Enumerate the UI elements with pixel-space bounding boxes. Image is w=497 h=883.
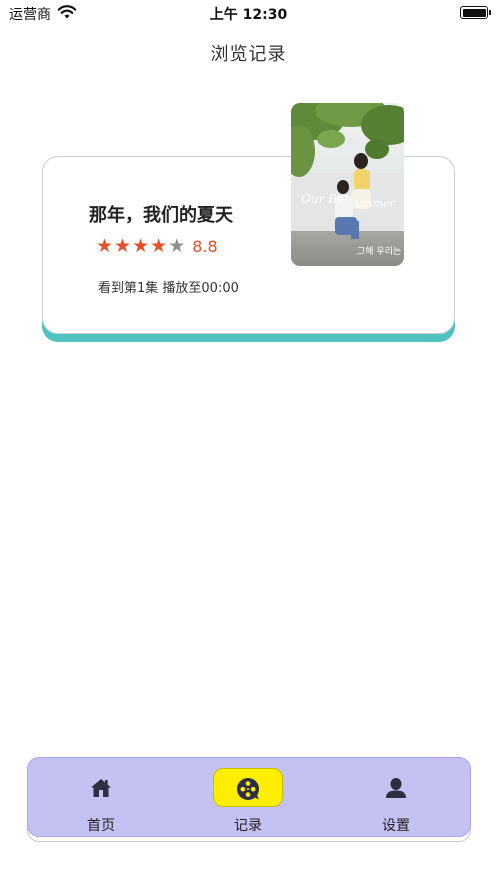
star-icon: ★ (96, 235, 114, 257)
poster-image[interactable]: Our Be ummer 그해 우리는 (291, 103, 404, 266)
tab-home-label: 首页 (87, 818, 115, 834)
tab-record[interactable]: 记录 (188, 758, 308, 838)
star-icon: ★ (168, 235, 186, 257)
tab-record-label: 记录 (234, 818, 262, 834)
film-reel-icon (237, 778, 259, 800)
svg-text:Our Be: Our Be (301, 192, 344, 206)
tab-settings-label: 设置 (382, 818, 410, 834)
tab-settings[interactable]: 设置 (336, 758, 456, 838)
home-icon (91, 779, 111, 797)
svg-text:ummer: ummer (355, 197, 395, 210)
page-title: 浏览记录 (210, 44, 287, 65)
record-title: 那年，我们的夏天 (89, 205, 233, 226)
watch-progress: 看到第1集 播放至00:00 (98, 281, 239, 296)
tab-home[interactable]: 首页 (41, 758, 161, 838)
battery-icon (460, 6, 491, 19)
user-icon (386, 778, 406, 798)
star-icon: ★ (114, 235, 132, 257)
star-icon: ★ (150, 235, 168, 257)
status-time: 上午 12:30 (209, 7, 288, 23)
rating-value: 8.8 (192, 236, 218, 256)
star-icon: ★ (132, 235, 150, 257)
status-bar: 运营商 上午 12:30 (0, 0, 497, 26)
rating-stars: ★ ★ ★ ★ ★ 8.8 (96, 236, 218, 256)
svg-text:그해 우리는: 그해 우리는 (357, 246, 401, 257)
tab-bar: 首页 记录 设置 (27, 757, 471, 837)
